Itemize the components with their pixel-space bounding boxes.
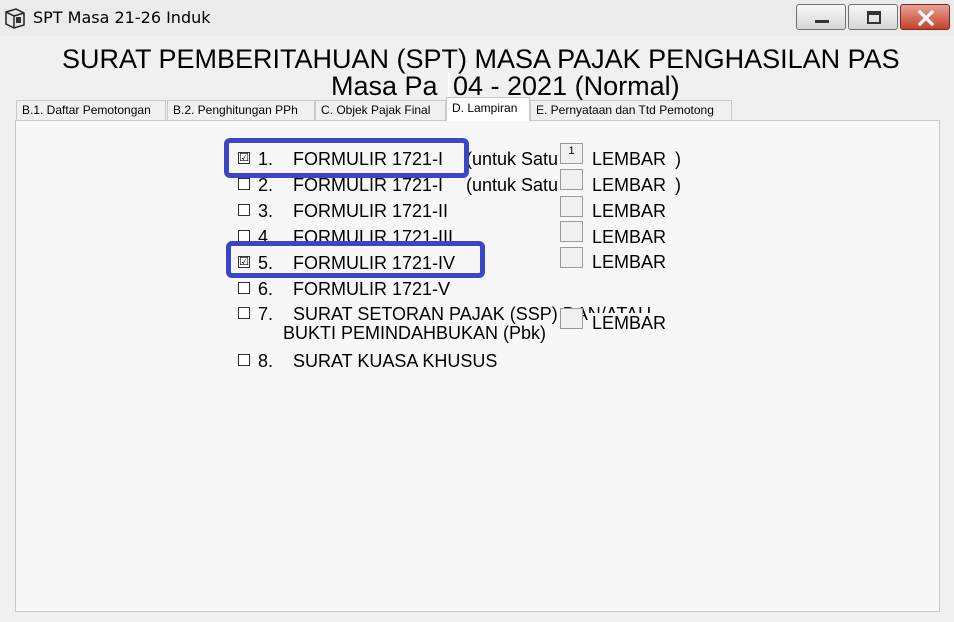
- attachment-label: SURAT KUASA KHUSUS: [293, 351, 498, 371]
- attachment-number: 3.: [258, 201, 274, 221]
- lembar-input-3[interactable]: [560, 196, 583, 217]
- attachment-number: 8.: [258, 351, 274, 371]
- attachment-checkbox-3[interactable]: [238, 204, 250, 216]
- attachment-label-line2: BUKTI PEMINDAHBUKAN (Pbk): [283, 323, 547, 343]
- period-prefix: Masa Pa: [331, 71, 438, 101]
- tab-daftar-pemotongan[interactable]: B.1. Daftar Pemotongan: [16, 100, 166, 120]
- lembar-input-2[interactable]: [560, 169, 583, 190]
- field-divider: [448, 73, 450, 99]
- attachment-note-end: ): [675, 175, 681, 195]
- attachment-number: 7.: [258, 304, 274, 324]
- attachment-label: FORMULIR 1721-II: [293, 201, 449, 221]
- lembar-input-7[interactable]: [560, 308, 583, 329]
- attachment-checkbox-6[interactable]: [238, 282, 250, 294]
- tab-pernyataan-ttd[interactable]: E. Pernyataan dan Ttd Pemotong: [530, 100, 732, 120]
- attachment-number: 2.: [258, 175, 274, 195]
- minimize-icon: [815, 20, 829, 23]
- attachment-label: FORMULIR 1721-I: [293, 175, 444, 195]
- tab-penghitungan-pph[interactable]: B.2. Penghitungan PPh: [167, 100, 315, 120]
- lembar-label: LEMBAR: [588, 313, 671, 334]
- lembar-input-4[interactable]: [560, 221, 583, 242]
- lembar-label: LEMBAR: [592, 252, 667, 272]
- maximize-button[interactable]: [848, 4, 898, 30]
- lembar-label: LEMBAR: [592, 227, 667, 247]
- window-title-bar[interactable]: SPT Masa 21-26 Induk: [0, 0, 954, 36]
- lembar-label: LEMBAR: [592, 149, 671, 170]
- attachment-note: (untuk Satu: [466, 175, 559, 195]
- highlight-box-1: [224, 138, 469, 178]
- lembar-label: LEMBAR: [592, 201, 667, 221]
- minimize-button[interactable]: [796, 4, 846, 30]
- attachment-note: (untuk Satu: [466, 149, 559, 169]
- close-icon: [917, 9, 935, 27]
- attachment-label: FORMULIR 1721-V: [293, 279, 451, 299]
- maximize-icon: [867, 11, 881, 24]
- close-button[interactable]: [900, 4, 950, 30]
- attachment-note-end: ): [675, 149, 681, 169]
- attachment-checkbox-7[interactable]: [238, 307, 250, 319]
- attachment-checkbox-8[interactable]: [238, 354, 250, 366]
- tab-objek-pajak-final[interactable]: C. Objek Pajak Final: [315, 100, 446, 120]
- document-icon: [5, 8, 25, 29]
- window-title: SPT Masa 21-26 Induk: [33, 8, 211, 27]
- highlight-box-5: [226, 241, 485, 278]
- lembar-label: LEMBAR: [592, 175, 671, 196]
- lembar-input-5[interactable]: [560, 247, 583, 268]
- tab-lampiran[interactable]: D. Lampiran: [446, 97, 530, 121]
- attachment-checkbox-2[interactable]: [238, 178, 250, 190]
- lembar-input-1[interactable]: 1: [560, 143, 583, 164]
- attachment-number: 6.: [258, 279, 274, 299]
